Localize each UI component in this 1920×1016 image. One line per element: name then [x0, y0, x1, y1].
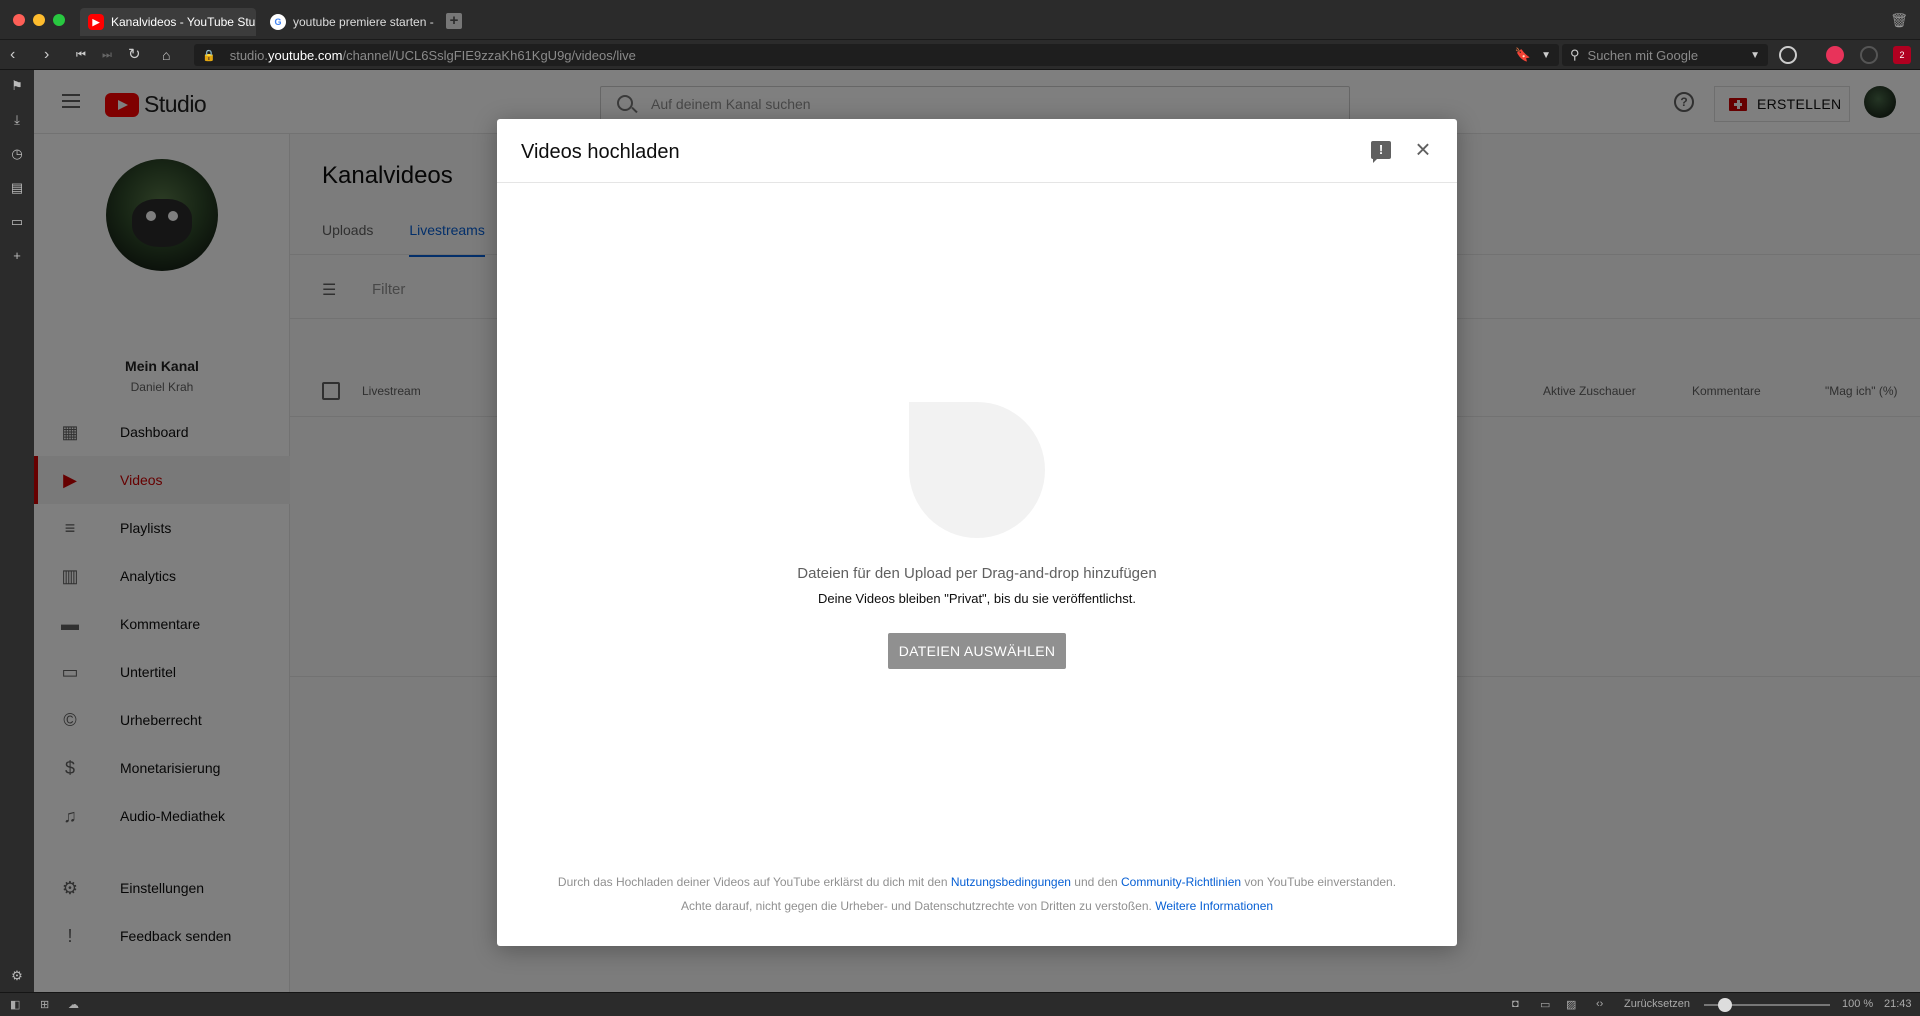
browser-nav-bar: ‹ › ⏮ ⏭ ↻ ⌂ 🔒 studio. youtube.com/channel… [0, 40, 1920, 70]
downloads-panel-icon[interactable]: ⤓ [9, 112, 25, 128]
forward-icon[interactable]: › [44, 45, 49, 65]
window-zoom-button[interactable] [53, 14, 65, 26]
zoom-slider-handle[interactable] [1718, 998, 1732, 1012]
page-actions-icon[interactable]: ‹› [1596, 998, 1603, 1010]
divider [497, 182, 1457, 183]
window-close-button[interactable] [13, 14, 25, 26]
community-guidelines-link[interactable]: Community-Richtlinien [1121, 875, 1241, 889]
browser-tab[interactable]: G youtube premiere starten - [262, 8, 438, 36]
drop-zone-text: Dateien für den Upload per Drag-and-drop… [797, 565, 1157, 582]
legal-text: Achte darauf, nicht gegen die Urheber- u… [680, 899, 1156, 913]
legal-text: Durch das Hochladen deiner Videos auf Yo… [557, 875, 951, 889]
window-minimize-button[interactable] [33, 14, 45, 26]
zoom-level: 100 % [1842, 998, 1874, 1010]
extension-badge: 2 [1899, 50, 1905, 60]
legal-line-2: Achte darauf, nicht gegen die Urheber- u… [497, 899, 1457, 913]
tiling-icon[interactable]: ⊞ [40, 998, 49, 1011]
terms-link[interactable]: Nutzungsbedingungen [951, 875, 1071, 889]
bookmark-icon[interactable]: 🔖 [1515, 47, 1531, 63]
address-bar[interactable]: 🔒 studio. youtube.com/channel/UCL6SslgFIE… [194, 44, 1559, 66]
url-host: youtube.com [268, 47, 343, 63]
notes-panel-icon[interactable]: ▤ [9, 180, 25, 196]
dialog-title: Videos hochladen [521, 141, 680, 163]
browser-side-panel: ⚑ ⤓ ◷ ▤ ▭ + ⚙ [0, 70, 34, 992]
google-favicon-icon: G [270, 14, 286, 30]
legal-text: von YouTube einverstanden. [1241, 875, 1397, 889]
zoom-reset-label[interactable]: Zurücksetzen [1624, 998, 1690, 1010]
history-panel-icon[interactable]: ◷ [9, 146, 25, 162]
bookmarks-panel-icon[interactable]: ⚑ [9, 78, 25, 94]
profile-icon[interactable] [1779, 46, 1797, 64]
capture-icon[interactable]: ◘ [1512, 998, 1519, 1010]
sync-cloud-icon[interactable]: ☁ [68, 998, 79, 1011]
close-icon[interactable]: × [1411, 136, 1435, 162]
url-prefix: studio. [229, 47, 269, 63]
search-icon: ⚲ [1570, 47, 1580, 62]
window-panel-icon[interactable]: ▭ [9, 214, 25, 230]
browser-search-field[interactable]: ⚲ Suchen mit Google ▼ [1562, 44, 1768, 66]
extension-icon[interactable] [1826, 46, 1844, 64]
add-panel-icon[interactable]: + [9, 248, 25, 264]
feedback-icon[interactable]: ! [1371, 141, 1391, 163]
legal-line-1: Durch das Hochladen deiner Videos auf Yo… [497, 875, 1457, 889]
browser-status-bar: ◧ ⊞ ☁ ◘ ▭ ▨ ‹› Zurücksetzen 100 % 21:43 [0, 992, 1920, 1016]
drop-zone-subtext: Deine Videos bleiben "Privat", bis du si… [817, 591, 1137, 606]
images-icon[interactable]: ▨ [1566, 998, 1576, 1011]
rewind-icon[interactable]: ⏮ [76, 45, 86, 65]
browser-tab-bar: ▶ Kanalvideos - YouTube Stu G youtube pr… [0, 0, 1920, 40]
youtube-favicon-icon: ▶ [88, 14, 104, 30]
legal-text: und den [1070, 875, 1121, 889]
new-tab-button[interactable]: + [446, 13, 462, 29]
extension-disabled-icon[interactable] [1860, 46, 1878, 64]
url-path: /channel/UCL6SslgFIE9zzaKh61KgU9g/videos… [342, 47, 636, 63]
select-files-button[interactable]: DATEIEN AUSWÄHLEN [888, 633, 1066, 669]
tab-tiling-icon[interactable]: ▭ [1540, 998, 1550, 1011]
browser-tab-title: Kanalvideos - YouTube Stu [111, 15, 256, 29]
clock: 21:43 [1884, 998, 1912, 1010]
home-icon[interactable]: ⌂ [162, 45, 170, 65]
browser-search-placeholder: Suchen mit Google [1587, 47, 1699, 63]
settings-icon[interactable]: ⚙ [9, 968, 25, 984]
upload-dialog: Videos hochladen ! × Dateien für den Upl… [497, 119, 1457, 946]
trash-icon[interactable]: 🗑 [1890, 12, 1908, 29]
lock-icon: 🔒 [202, 49, 216, 62]
upload-drop-icon[interactable] [909, 402, 1045, 538]
ublock-icon[interactable]: 2 [1893, 46, 1911, 64]
panel-toggle-icon[interactable]: ◧ [10, 998, 20, 1011]
browser-tab-active[interactable]: ▶ Kanalvideos - YouTube Stu [80, 8, 256, 36]
more-info-link[interactable]: Weitere Informationen [1155, 899, 1273, 913]
chevron-down-icon[interactable]: ▼ [1541, 50, 1551, 61]
browser-tab-title: youtube premiere starten - [293, 15, 434, 29]
chevron-down-icon[interactable]: ▼ [1750, 50, 1760, 61]
back-icon[interactable]: ‹ [10, 45, 15, 65]
reload-icon[interactable]: ↻ [128, 45, 141, 65]
fast-forward-icon[interactable]: ⏭ [102, 45, 112, 65]
